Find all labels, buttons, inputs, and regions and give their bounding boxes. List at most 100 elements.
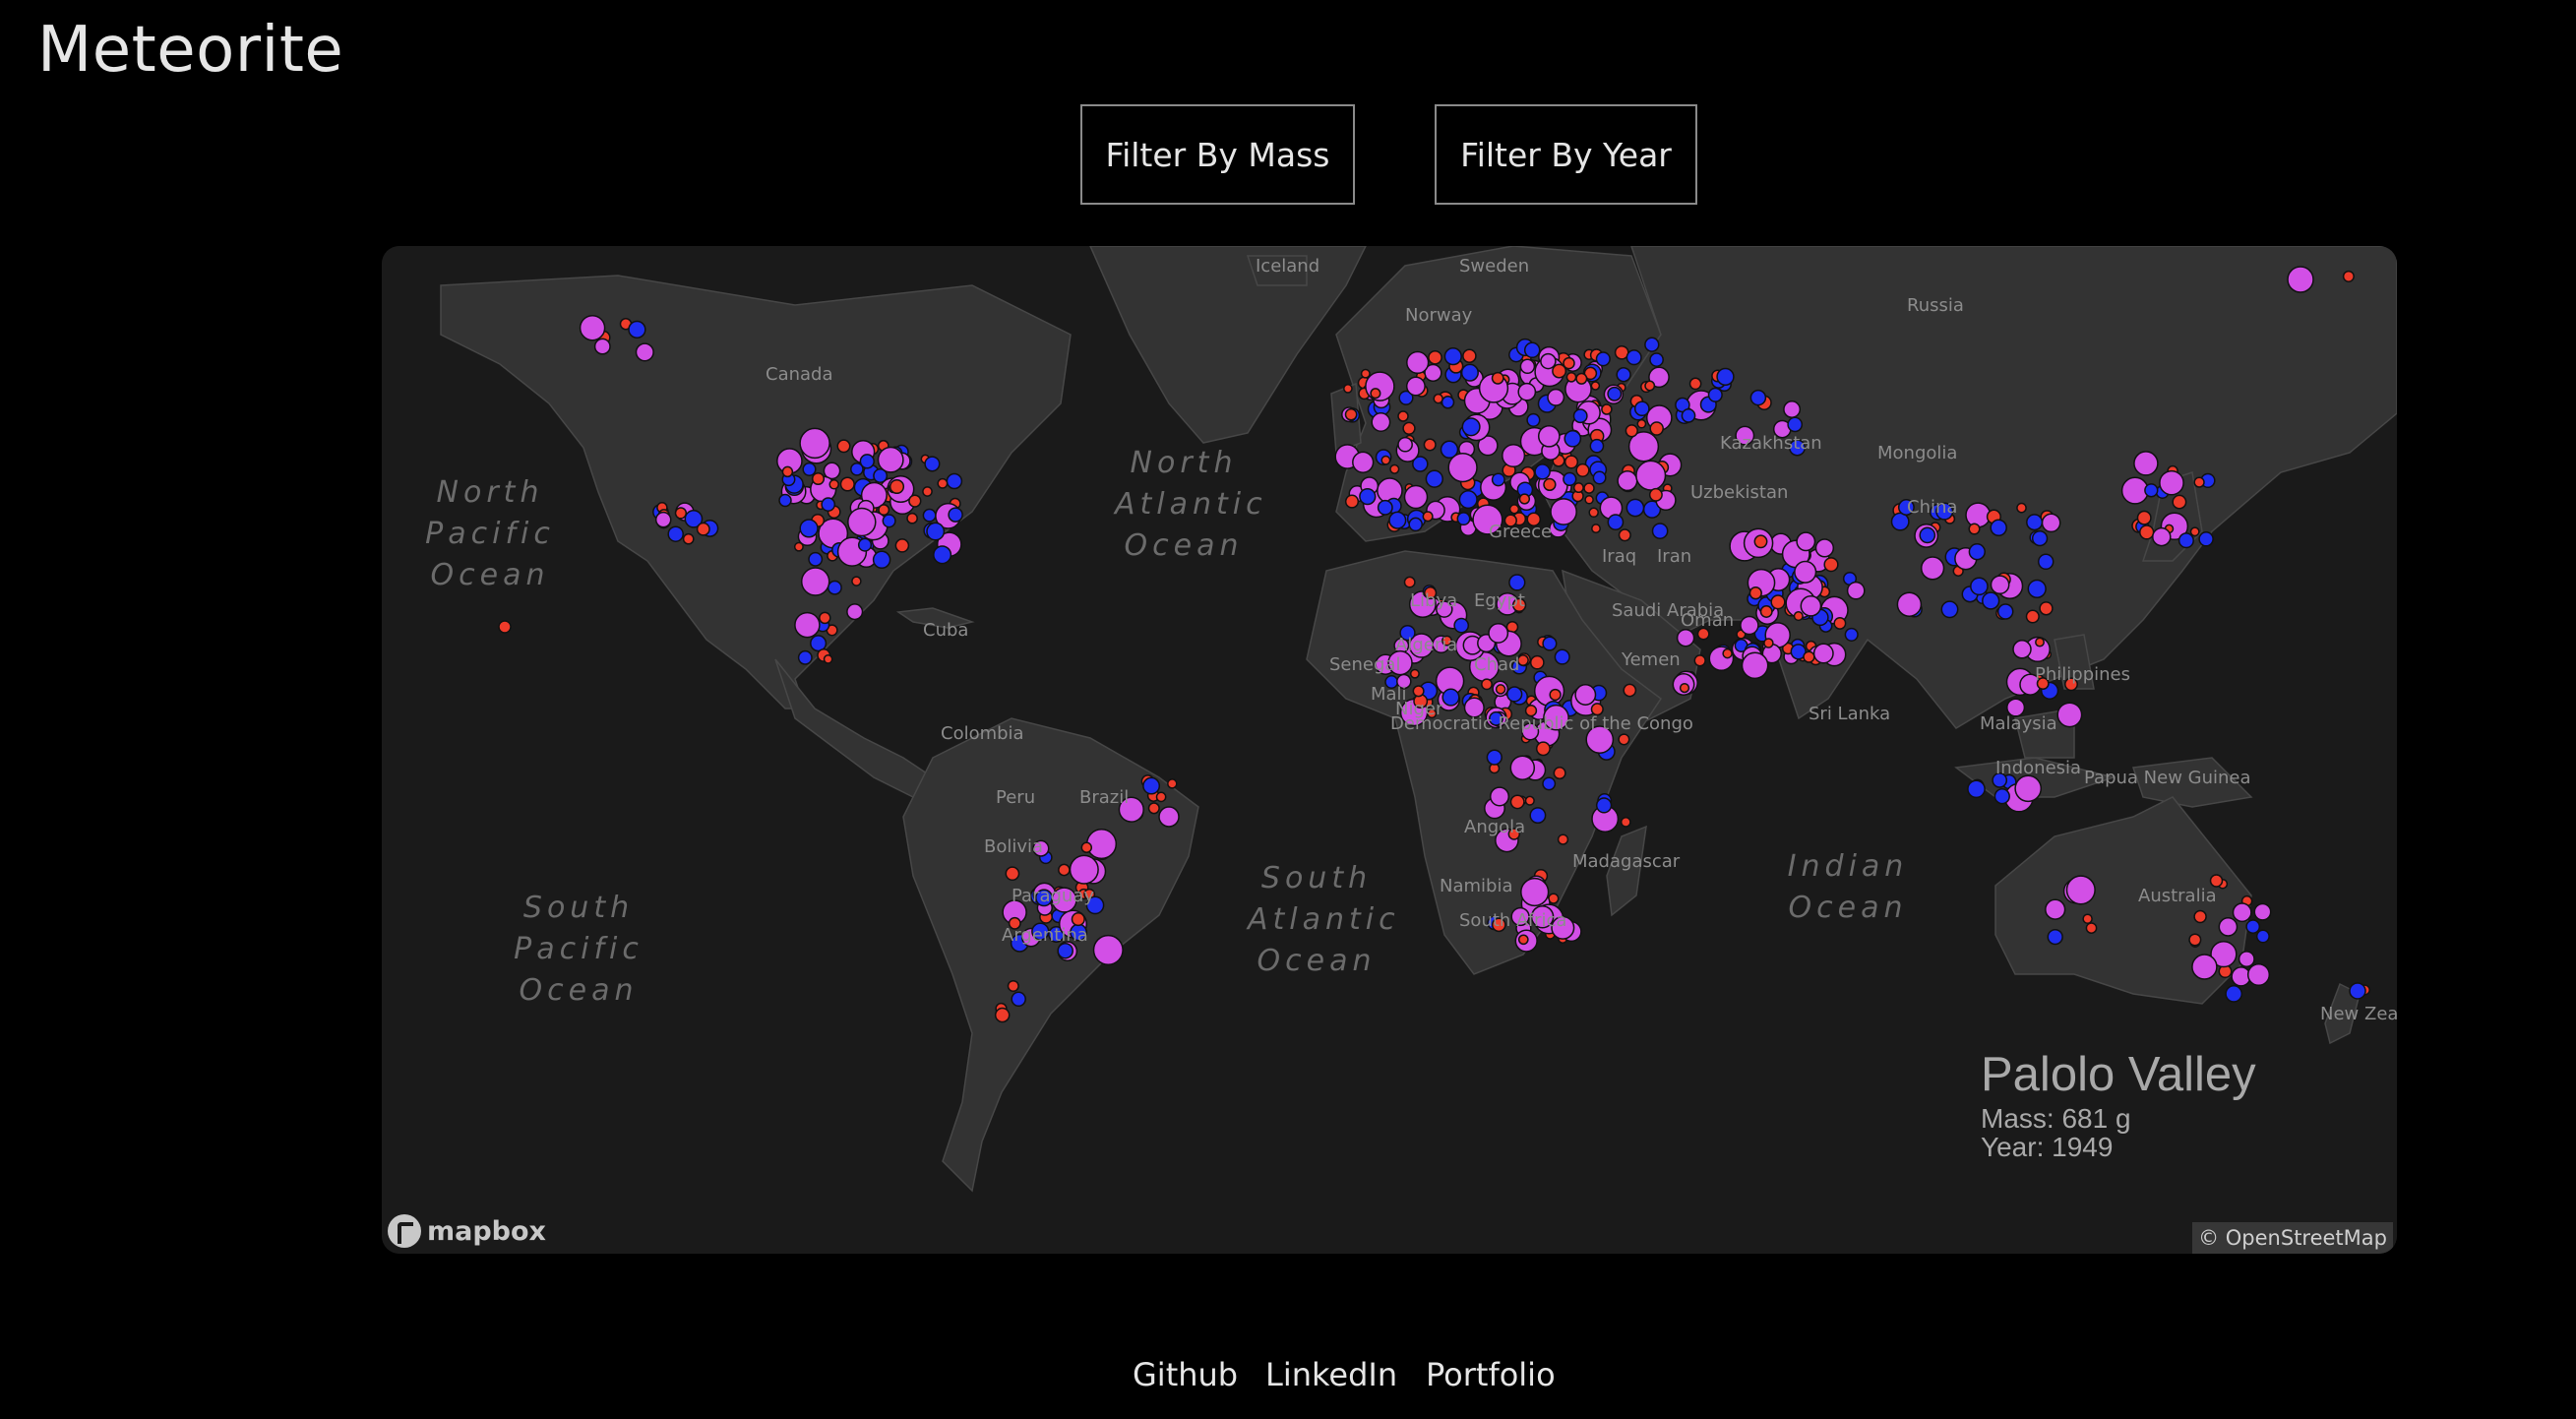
meteorite-marker[interactable] (827, 580, 842, 595)
world-map[interactable]: North Pacific Ocean North Atlantic Ocean… (382, 246, 2397, 1254)
meteorite-marker[interactable] (821, 497, 836, 512)
meteorite-marker[interactable] (1508, 504, 1520, 515)
meteorite-marker[interactable] (799, 519, 819, 538)
meteorite-marker[interactable] (667, 525, 684, 542)
meteorite-marker[interactable] (1092, 934, 1124, 965)
meteorite-marker[interactable] (1517, 382, 1537, 401)
meteorite-marker[interactable] (1167, 778, 1178, 789)
meteorite-marker[interactable] (2189, 526, 2200, 537)
meteorite-marker[interactable] (1526, 412, 1541, 427)
meteorite-marker[interactable] (1549, 688, 1562, 702)
meteorite-marker[interactable] (2136, 510, 2152, 525)
meteorite-marker[interactable] (1360, 368, 1371, 379)
meteorite-marker[interactable] (1676, 628, 1695, 648)
meteorite-marker[interactable] (1688, 377, 1702, 391)
meteorite-marker[interactable] (1648, 487, 1663, 502)
meteorite-marker[interactable] (1502, 443, 1526, 468)
meteorite-marker[interactable] (1491, 371, 1504, 385)
meteorite-marker[interactable] (2025, 609, 2040, 624)
meteorite-marker[interactable] (1625, 349, 1642, 366)
meteorite-marker[interactable] (2027, 579, 2047, 599)
meteorite-marker[interactable] (1595, 797, 1613, 814)
meteorite-marker[interactable] (1519, 358, 1536, 375)
meteorite-marker[interactable] (1406, 350, 1430, 375)
meteorite-marker[interactable] (1155, 791, 1167, 803)
meteorite-marker[interactable] (1823, 557, 1839, 573)
meteorite-marker[interactable] (1147, 802, 1160, 815)
meteorite-marker[interactable] (1543, 477, 1557, 492)
meteorite-marker[interactable] (1547, 388, 1565, 406)
meteorite-marker[interactable] (2159, 469, 2184, 496)
meteorite-marker[interactable] (2177, 532, 2194, 549)
meteorite-marker[interactable] (1388, 511, 1407, 529)
meteorite-marker[interactable] (2238, 951, 2255, 968)
meteorite-marker[interactable] (2026, 514, 2044, 531)
meteorite-marker[interactable] (1524, 795, 1535, 806)
meteorite-marker[interactable] (924, 456, 941, 472)
meteorite-marker[interactable] (1636, 418, 1647, 429)
meteorite-marker[interactable] (781, 465, 794, 478)
meteorite-marker[interactable] (839, 476, 855, 492)
meteorite-marker[interactable] (1707, 387, 1723, 402)
meteorite-marker[interactable] (882, 514, 896, 528)
meteorite-marker[interactable] (1584, 495, 1594, 505)
meteorite-marker[interactable] (1740, 615, 1759, 636)
meteorite-marker[interactable] (1644, 337, 1660, 352)
meteorite-marker[interactable] (1833, 616, 1847, 630)
meteorite-marker[interactable] (1071, 912, 1085, 927)
meteorite-marker[interactable] (1607, 386, 1623, 401)
meteorite-marker[interactable] (1370, 388, 1381, 400)
meteorite-marker[interactable] (1491, 472, 1505, 487)
meteorite-marker[interactable] (2193, 476, 2205, 488)
meteorite-marker[interactable] (1770, 594, 1786, 610)
meteorite-marker[interactable] (1967, 779, 1986, 799)
meteorite-marker[interactable] (1996, 603, 2014, 620)
meteorite-marker[interactable] (1968, 543, 1986, 561)
meteorite-marker[interactable] (1993, 788, 2010, 805)
meteorite-marker[interactable] (1787, 416, 1804, 433)
meteorite-marker[interactable] (2065, 875, 2096, 905)
meteorite-marker[interactable] (1534, 463, 1551, 480)
meteorite-marker[interactable] (1428, 349, 1442, 365)
meteorite-marker[interactable] (1403, 576, 1416, 588)
meteorite-marker[interactable] (1397, 436, 1413, 453)
filter-by-year-button[interactable]: Filter By Year (1435, 104, 1697, 205)
meteorite-marker[interactable] (1588, 507, 1599, 519)
meteorite-marker[interactable] (1481, 678, 1493, 691)
meteorite-marker[interactable] (1635, 460, 1667, 491)
meteorite-marker[interactable] (1990, 575, 2010, 595)
meteorite-marker[interactable] (811, 471, 826, 486)
meteorite-marker[interactable] (1506, 686, 1523, 703)
meteorite-marker[interactable] (2342, 270, 2355, 282)
meteorite-marker[interactable] (1601, 403, 1613, 415)
meteorite-marker[interactable] (1408, 517, 1423, 532)
meteorite-marker[interactable] (1523, 341, 1541, 359)
meteorite-marker[interactable] (2144, 483, 2159, 498)
meteorite-marker[interactable] (2039, 601, 2054, 616)
meteorite-marker[interactable] (1495, 684, 1506, 695)
meteorite-marker[interactable] (2056, 702, 2083, 728)
meteorite-marker[interactable] (1681, 408, 1696, 423)
meteorite-marker[interactable] (1763, 638, 1774, 648)
meteorite-marker[interactable] (1572, 482, 1584, 494)
meteorite-marker[interactable] (1540, 352, 1557, 370)
meteorite-marker[interactable] (1058, 863, 1071, 877)
meteorite-marker[interactable] (2198, 531, 2214, 547)
meteorite-marker[interactable] (1422, 511, 1434, 523)
meteorite-marker[interactable] (1617, 470, 1638, 492)
meteorite-marker[interactable] (1529, 807, 1547, 825)
meteorite-marker[interactable] (1158, 806, 1180, 828)
meteorite-marker[interactable] (1453, 617, 1470, 634)
meteorite-marker[interactable] (1409, 668, 1420, 679)
meteorite-marker[interactable] (1563, 356, 1575, 370)
meteorite-marker[interactable] (1397, 410, 1409, 422)
meteorite-marker[interactable] (1800, 594, 1822, 617)
meteorite-marker[interactable] (2014, 774, 2043, 803)
meteorite-marker[interactable] (1623, 683, 1637, 698)
meteorite-marker[interactable] (1489, 786, 1510, 807)
meteorite-marker[interactable] (1575, 463, 1590, 477)
meteorite-marker[interactable] (2035, 637, 2045, 648)
meteorite-marker[interactable] (1529, 654, 1545, 670)
meteorite-marker[interactable] (1402, 421, 1416, 435)
meteorite-marker[interactable] (1616, 367, 1631, 383)
